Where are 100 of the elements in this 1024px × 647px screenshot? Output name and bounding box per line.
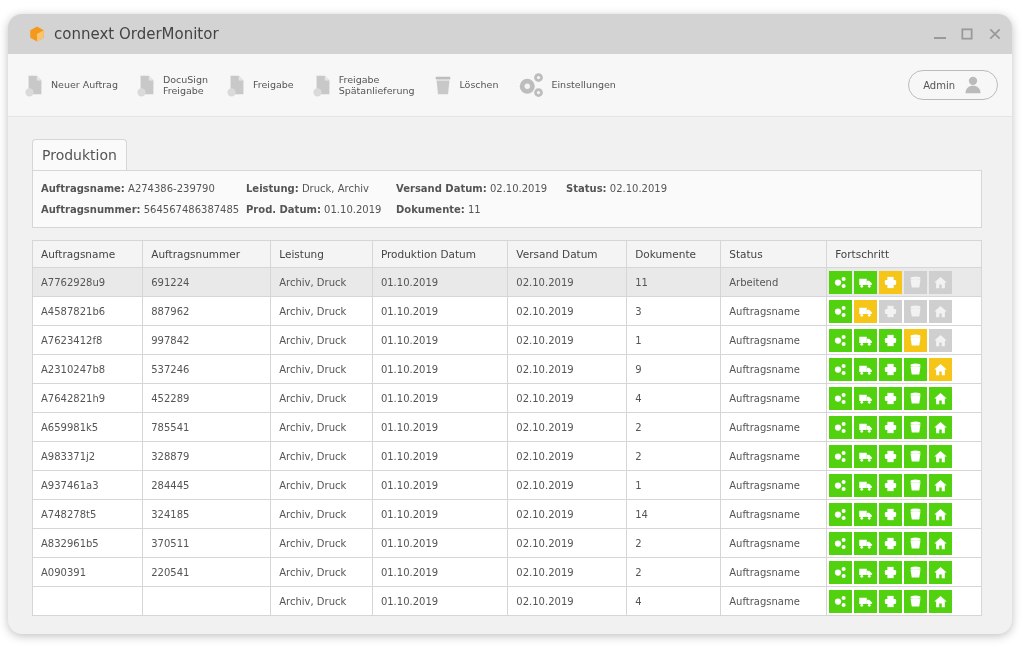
user-button[interactable]: Admin xyxy=(908,70,998,100)
table-cell: 691224 xyxy=(151,276,190,288)
table-cell: Auftragsname xyxy=(729,537,800,549)
table-cell: 02.10.2019 xyxy=(516,276,574,288)
table-cell: Auftragsname xyxy=(729,363,800,375)
table-cell: Archiv, Druck xyxy=(279,566,347,578)
table-cell: Auftragsname xyxy=(729,595,800,607)
table-cell: 02.10.2019 xyxy=(516,392,574,404)
table-cell: 02.10.2019 xyxy=(516,363,574,375)
table-cell: Auftragsname xyxy=(729,305,800,317)
table-cell: 02.10.2019 xyxy=(516,450,574,462)
table-cell: 01.10.2019 xyxy=(380,450,439,462)
detail-text: Dokumente: 11 xyxy=(396,204,482,215)
maximize-icon xyxy=(960,27,974,41)
table-cell: A983371j2 xyxy=(41,450,96,462)
window-title: connext OrderMonitor xyxy=(54,25,219,43)
table-row[interactable]: A983371j2 328879 Archiv, Druck 01.10.2019 02.10.2019 2 Auftragsname xyxy=(32,441,982,471)
table-cell: A748278t5 xyxy=(41,508,97,520)
table-cell: 02.10.2019 xyxy=(516,537,574,549)
table-row[interactable]: A659981k5 785541 Archiv, Druck 01.10.2019 02.10.2019 2 Auftragsname xyxy=(32,412,982,442)
table-cell: Arbeitend xyxy=(729,276,779,288)
table-cell: Archiv, Druck xyxy=(279,479,347,491)
table-row[interactable]: A7642821h9 452289 Archiv, Druck 01.10.2019 02.10.2019 4 Auftragsname xyxy=(32,383,982,413)
table-row[interactable]: A7623412f8 997842 Archiv, Druck 01.10.2019 02.10.2019 1 Auftragsname xyxy=(32,325,982,355)
table-cell: Archiv, Druck xyxy=(279,537,347,549)
table-row[interactable]: A7762928u9 691224 Archiv, Druck 01.10.2019 02.10.2019 11 Arbeitend xyxy=(32,267,982,297)
toolbar-button[interactable]: DocuSign Freigabe xyxy=(133,70,211,100)
logo-icon xyxy=(28,25,46,43)
table-cell: 9 xyxy=(635,363,642,375)
toolbar-button[interactable]: Neuer Auftrag xyxy=(22,70,120,100)
table-cell: 01.10.2019 xyxy=(380,305,439,317)
table-row[interactable]: A832961b5 370511 Archiv, Druck 01.10.2019 02.10.2019 2 Auftragsname xyxy=(32,528,982,558)
column-header[interactable]: Leistung xyxy=(270,240,373,268)
table-row[interactable]: A937461a3 284445 Archiv, Druck 01.10.2019 02.10.2019 1 Auftragsname xyxy=(32,470,982,500)
table-cell: A4587821b6 xyxy=(41,305,106,317)
table-cell: 785541 xyxy=(151,421,190,433)
user-icon xyxy=(963,75,983,95)
column-header[interactable]: Produktion Datum xyxy=(372,240,508,268)
table-row[interactable]: A2310247b8 537246 Archiv, Druck 01.10.2019 02.10.2019 9 Auftragsname xyxy=(32,354,982,384)
table-cell: 01.10.2019 xyxy=(380,392,439,404)
table-cell: 11 xyxy=(635,276,648,288)
table-cell: 02.10.2019 xyxy=(516,595,574,607)
table-cell: Auftragsname xyxy=(729,479,800,491)
table-cell: 01.10.2019 xyxy=(380,276,439,288)
table-cell: A2310247b8 xyxy=(41,363,106,375)
table-cell: A7642821h9 xyxy=(41,392,106,404)
table-cell: Auftragsname xyxy=(729,508,800,520)
table-cell: 324185 xyxy=(151,508,190,520)
table-row[interactable]: Archiv, Druck 01.10.2019 02.10.2019 4 Auftragsname xyxy=(32,586,982,616)
column-header[interactable]: Status xyxy=(720,240,827,268)
table-cell: 14 xyxy=(635,508,648,520)
table-cell: A7623412f8 xyxy=(41,334,103,346)
table-cell: Archiv, Druck xyxy=(279,421,347,433)
table-cell: 452289 xyxy=(151,392,190,404)
column-header[interactable]: Dokumente xyxy=(626,240,721,268)
detail-text: Auftragsnummer: 564567486387485 xyxy=(41,204,241,215)
table-cell: 01.10.2019 xyxy=(380,595,439,607)
column-header[interactable]: Auftragsname xyxy=(32,240,143,268)
table-cell: Archiv, Druck xyxy=(279,595,347,607)
column-header[interactable]: Fortschritt xyxy=(826,240,982,268)
table-cell: 02.10.2019 xyxy=(516,421,574,433)
toolbar-button[interactable]: Freigabe xyxy=(224,70,296,100)
table-cell: 328879 xyxy=(151,450,190,462)
table-cell: 2 xyxy=(635,421,642,433)
table-cell: 01.10.2019 xyxy=(380,334,439,346)
table-cell: A090391 xyxy=(41,566,86,578)
table-cell: A659981k5 xyxy=(41,421,99,433)
table-row[interactable]: A4587821b6 887962 Archiv, Druck 01.10.2019 02.10.2019 3 Auftragsname xyxy=(32,296,982,326)
table-cell: Archiv, Druck xyxy=(279,450,347,462)
column-header[interactable]: Auftragsnummer xyxy=(142,240,271,268)
toolbar-button[interactable]: Löschen xyxy=(430,70,501,100)
tab[interactable]: Produktion xyxy=(32,139,127,170)
detail-text: Versand Datum: 02.10.2019 xyxy=(396,183,549,194)
toolbar-button[interactable]: Einstellungen xyxy=(514,68,618,102)
table-cell: Archiv, Druck xyxy=(279,392,347,404)
detail-text: Prod. Datum: 01.10.2019 xyxy=(246,204,383,215)
table-cell: Auftragsname xyxy=(729,566,800,578)
table-cell: 2 xyxy=(635,566,642,578)
table-cell: Archiv, Druck xyxy=(279,276,347,288)
table-cell: 537246 xyxy=(151,363,190,375)
column-header[interactable]: Versand Datum xyxy=(507,240,627,268)
table-cell: 3 xyxy=(635,305,642,317)
table-cell: Auftragsname xyxy=(729,450,800,462)
close-icon xyxy=(988,27,1002,41)
table-cell: 220541 xyxy=(151,566,190,578)
table-cell: Auftragsname xyxy=(729,334,800,346)
table-cell: A832961b5 xyxy=(41,537,99,549)
table-cell: 01.10.2019 xyxy=(380,421,439,433)
table-row[interactable]: A090391 220541 Archiv, Druck 01.10.2019 02.10.2019 2 Auftragsname xyxy=(32,557,982,587)
table-cell: Auftragsname xyxy=(729,421,800,433)
table-cell: 02.10.2019 xyxy=(516,334,574,346)
table-cell: 2 xyxy=(635,537,642,549)
toolbar-button[interactable]: Freigabe Spätanlieferung xyxy=(309,70,417,100)
table-cell: 02.10.2019 xyxy=(516,508,574,520)
table-cell: 02.10.2019 xyxy=(516,305,574,317)
detail-text: Status: 02.10.2019 xyxy=(566,183,669,194)
table-row[interactable]: A748278t5 324185 Archiv, Druck 01.10.2019 02.10.2019 14 Auftragsname xyxy=(32,499,982,529)
table-cell: 284445 xyxy=(151,479,190,491)
table-cell: A7762928u9 xyxy=(41,276,106,288)
table-cell: Archiv, Druck xyxy=(279,508,347,520)
